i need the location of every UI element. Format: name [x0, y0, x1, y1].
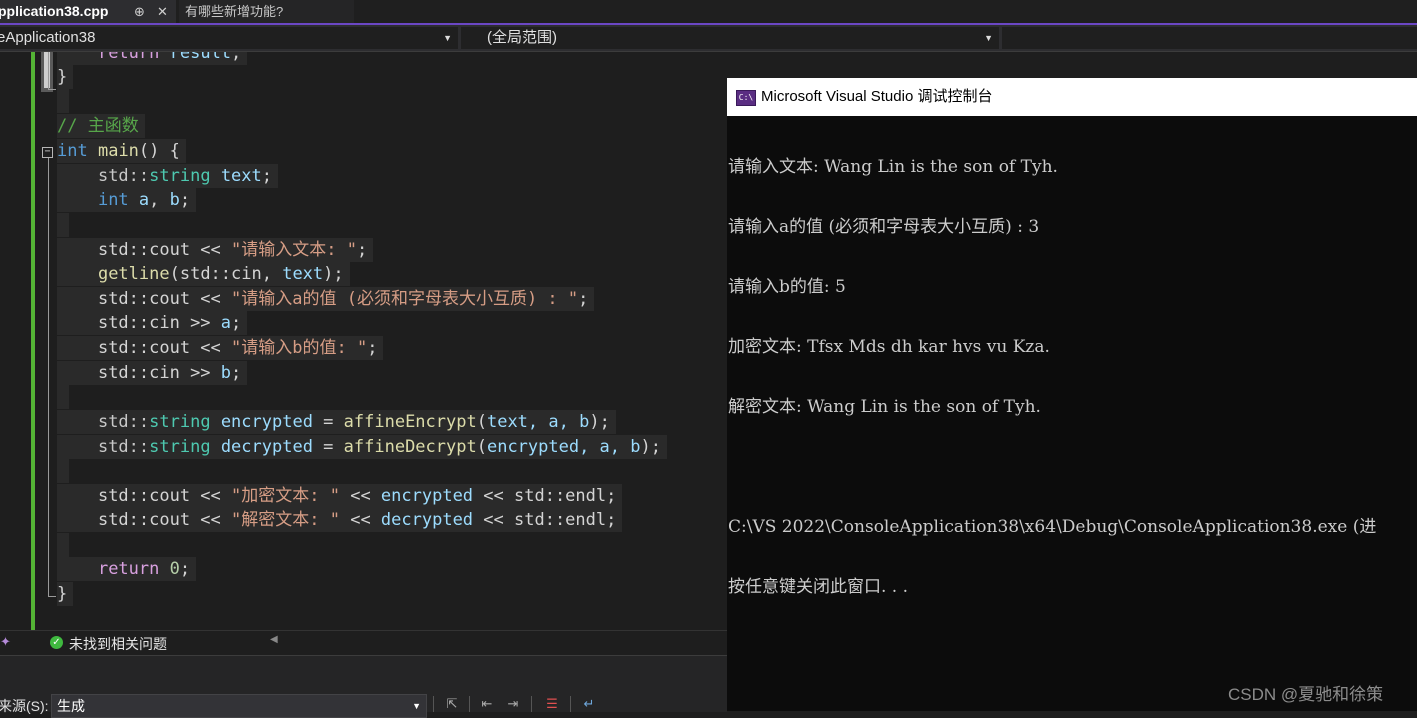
word-wrap-icon[interactable]: ↵ [580, 696, 598, 712]
output-source-select[interactable]: 生成 ▼ [51, 694, 427, 718]
code-line: std::string encrypted = affineEncrypt(te… [57, 410, 616, 434]
outline-guide-end [48, 596, 56, 597]
outline-guide [48, 158, 49, 596]
code-line-blank [57, 89, 69, 113]
outline-guide [48, 52, 49, 90]
gutter-marker-inner [44, 52, 50, 88]
collapse-icon[interactable]: − [42, 147, 53, 158]
console-output: 请输入文本: Wang Lin is the son of Tyh. 请输入a的… [728, 117, 1417, 637]
code-line: return result; [57, 52, 248, 65]
console-line: C:\VS 2022\ConsoleApplication38\x64\Debu… [728, 517, 1377, 537]
code-line: int a, b; [57, 188, 197, 212]
code-line: int main() { [57, 139, 186, 163]
toolbar-separator [469, 696, 470, 712]
editor-status-bar: ✦ ✓ 未找到相关问题 ◀ [0, 630, 727, 655]
code-line: } [57, 65, 74, 89]
toolbar-separator [531, 696, 532, 712]
code-line: std::string decrypted = affineDecrypt(en… [57, 435, 667, 459]
code-line-blank [57, 385, 69, 409]
output-panel: 来源(S): 生成 ▼ ⇱ ⇤ ⇥ ☰ ↵ [0, 655, 727, 718]
code-line: return 0; [57, 557, 197, 581]
member-dropdown[interactable] [1002, 27, 1417, 49]
code-line: } [57, 582, 74, 606]
console-line: 按任意键关闭此窗口. . . [728, 577, 909, 597]
tab-whats-new-label: 有哪些新增功能? [185, 4, 284, 19]
go-to-location-icon[interactable]: ⇱ [443, 696, 461, 712]
scroll-left-icon[interactable]: ◀ [270, 634, 278, 645]
console-app-icon: C:\ [736, 90, 756, 106]
intellicode-icon[interactable]: ✦ [0, 635, 14, 649]
code-editor[interactable]: − return result; } // 主函数 int main() { s… [0, 52, 727, 630]
debug-console-window[interactable]: C:\ Microsoft Visual Studio 调试控制台 请输入文本:… [727, 78, 1417, 711]
no-issues-label[interactable]: 未找到相关问题 [69, 634, 167, 654]
console-line: 请输入b的值: 5 [728, 277, 846, 297]
scope-dropdown-label: (全局范围) [487, 29, 557, 46]
code-line: std::cin >> a; [57, 311, 248, 335]
console-title: Microsoft Visual Studio 调试控制台 [761, 88, 993, 105]
console-line: 加密文本: Tfsx Mds dh kar hvs vu Kza. [728, 337, 1050, 357]
code-line: std::cout << "解密文本: " << decrypted << st… [57, 508, 623, 532]
tab-whats-new[interactable]: 有哪些新增功能? [179, 0, 354, 23]
code-line-blank [57, 213, 69, 237]
tab-active-file[interactable]: pplication38.cpp ⊕ ✕ [0, 0, 176, 23]
check-circle-icon: ✓ [50, 636, 63, 649]
code-line: // 主函数 [57, 114, 145, 138]
project-dropdown-label: eApplication38 [0, 29, 96, 46]
console-line: 请输入a的值 (必须和字母表大小互质) : 3 [728, 217, 1040, 237]
chevron-down-icon: ▼ [443, 33, 452, 43]
document-tab-strip: pplication38.cpp ⊕ ✕ 有哪些新增功能? [0, 0, 1417, 25]
change-tracking-bar [31, 52, 35, 630]
console-line: 解密文本: Wang Lin is the son of Tyh. [728, 397, 1041, 417]
pin-icon[interactable]: ⊕ [134, 0, 145, 23]
scope-dropdown[interactable]: (全局范围) ▼ [461, 27, 999, 49]
code-line: std::string text; [57, 164, 279, 188]
code-line: std::cout << "请输入a的值 (必须和字母表大小互质) : "; [57, 287, 595, 311]
watermark: CSDN @夏驰和徐策 [1228, 685, 1384, 704]
tab-active-file-label: pplication38.cpp [0, 3, 109, 19]
project-dropdown[interactable]: eApplication38 ▼ [0, 27, 458, 49]
console-title-bar[interactable]: C:\ Microsoft Visual Studio 调试控制台 [727, 78, 1417, 116]
code-line: std::cout << "加密文本: " << encrypted << st… [57, 484, 623, 508]
outline-guide-end [48, 89, 56, 90]
toolbar-separator [570, 696, 571, 712]
code-line-blank [57, 459, 69, 483]
output-source-value: 生成 [57, 698, 85, 714]
console-line: 请输入文本: Wang Lin is the son of Tyh. [728, 157, 1058, 177]
code-line: getline(std::cin, text); [57, 262, 350, 286]
navigation-bar: eApplication38 ▼ (全局范围) ▼ [0, 25, 1417, 52]
code-line-blank [57, 533, 69, 557]
clear-all-icon[interactable]: ☰ [543, 696, 561, 712]
chevron-down-icon: ▼ [412, 701, 421, 711]
previous-message-icon[interactable]: ⇤ [478, 696, 496, 712]
code-line: std::cout << "请输入b的值: "; [57, 336, 384, 360]
code-line: std::cout << "请输入文本: "; [57, 238, 374, 262]
chevron-down-icon: ▼ [984, 33, 993, 43]
close-icon[interactable]: ✕ [157, 0, 168, 23]
toolbar-separator [433, 696, 434, 712]
output-source-label: 来源(S): [0, 698, 49, 714]
next-message-icon[interactable]: ⇥ [504, 696, 522, 712]
code-line: std::cin >> b; [57, 361, 248, 385]
